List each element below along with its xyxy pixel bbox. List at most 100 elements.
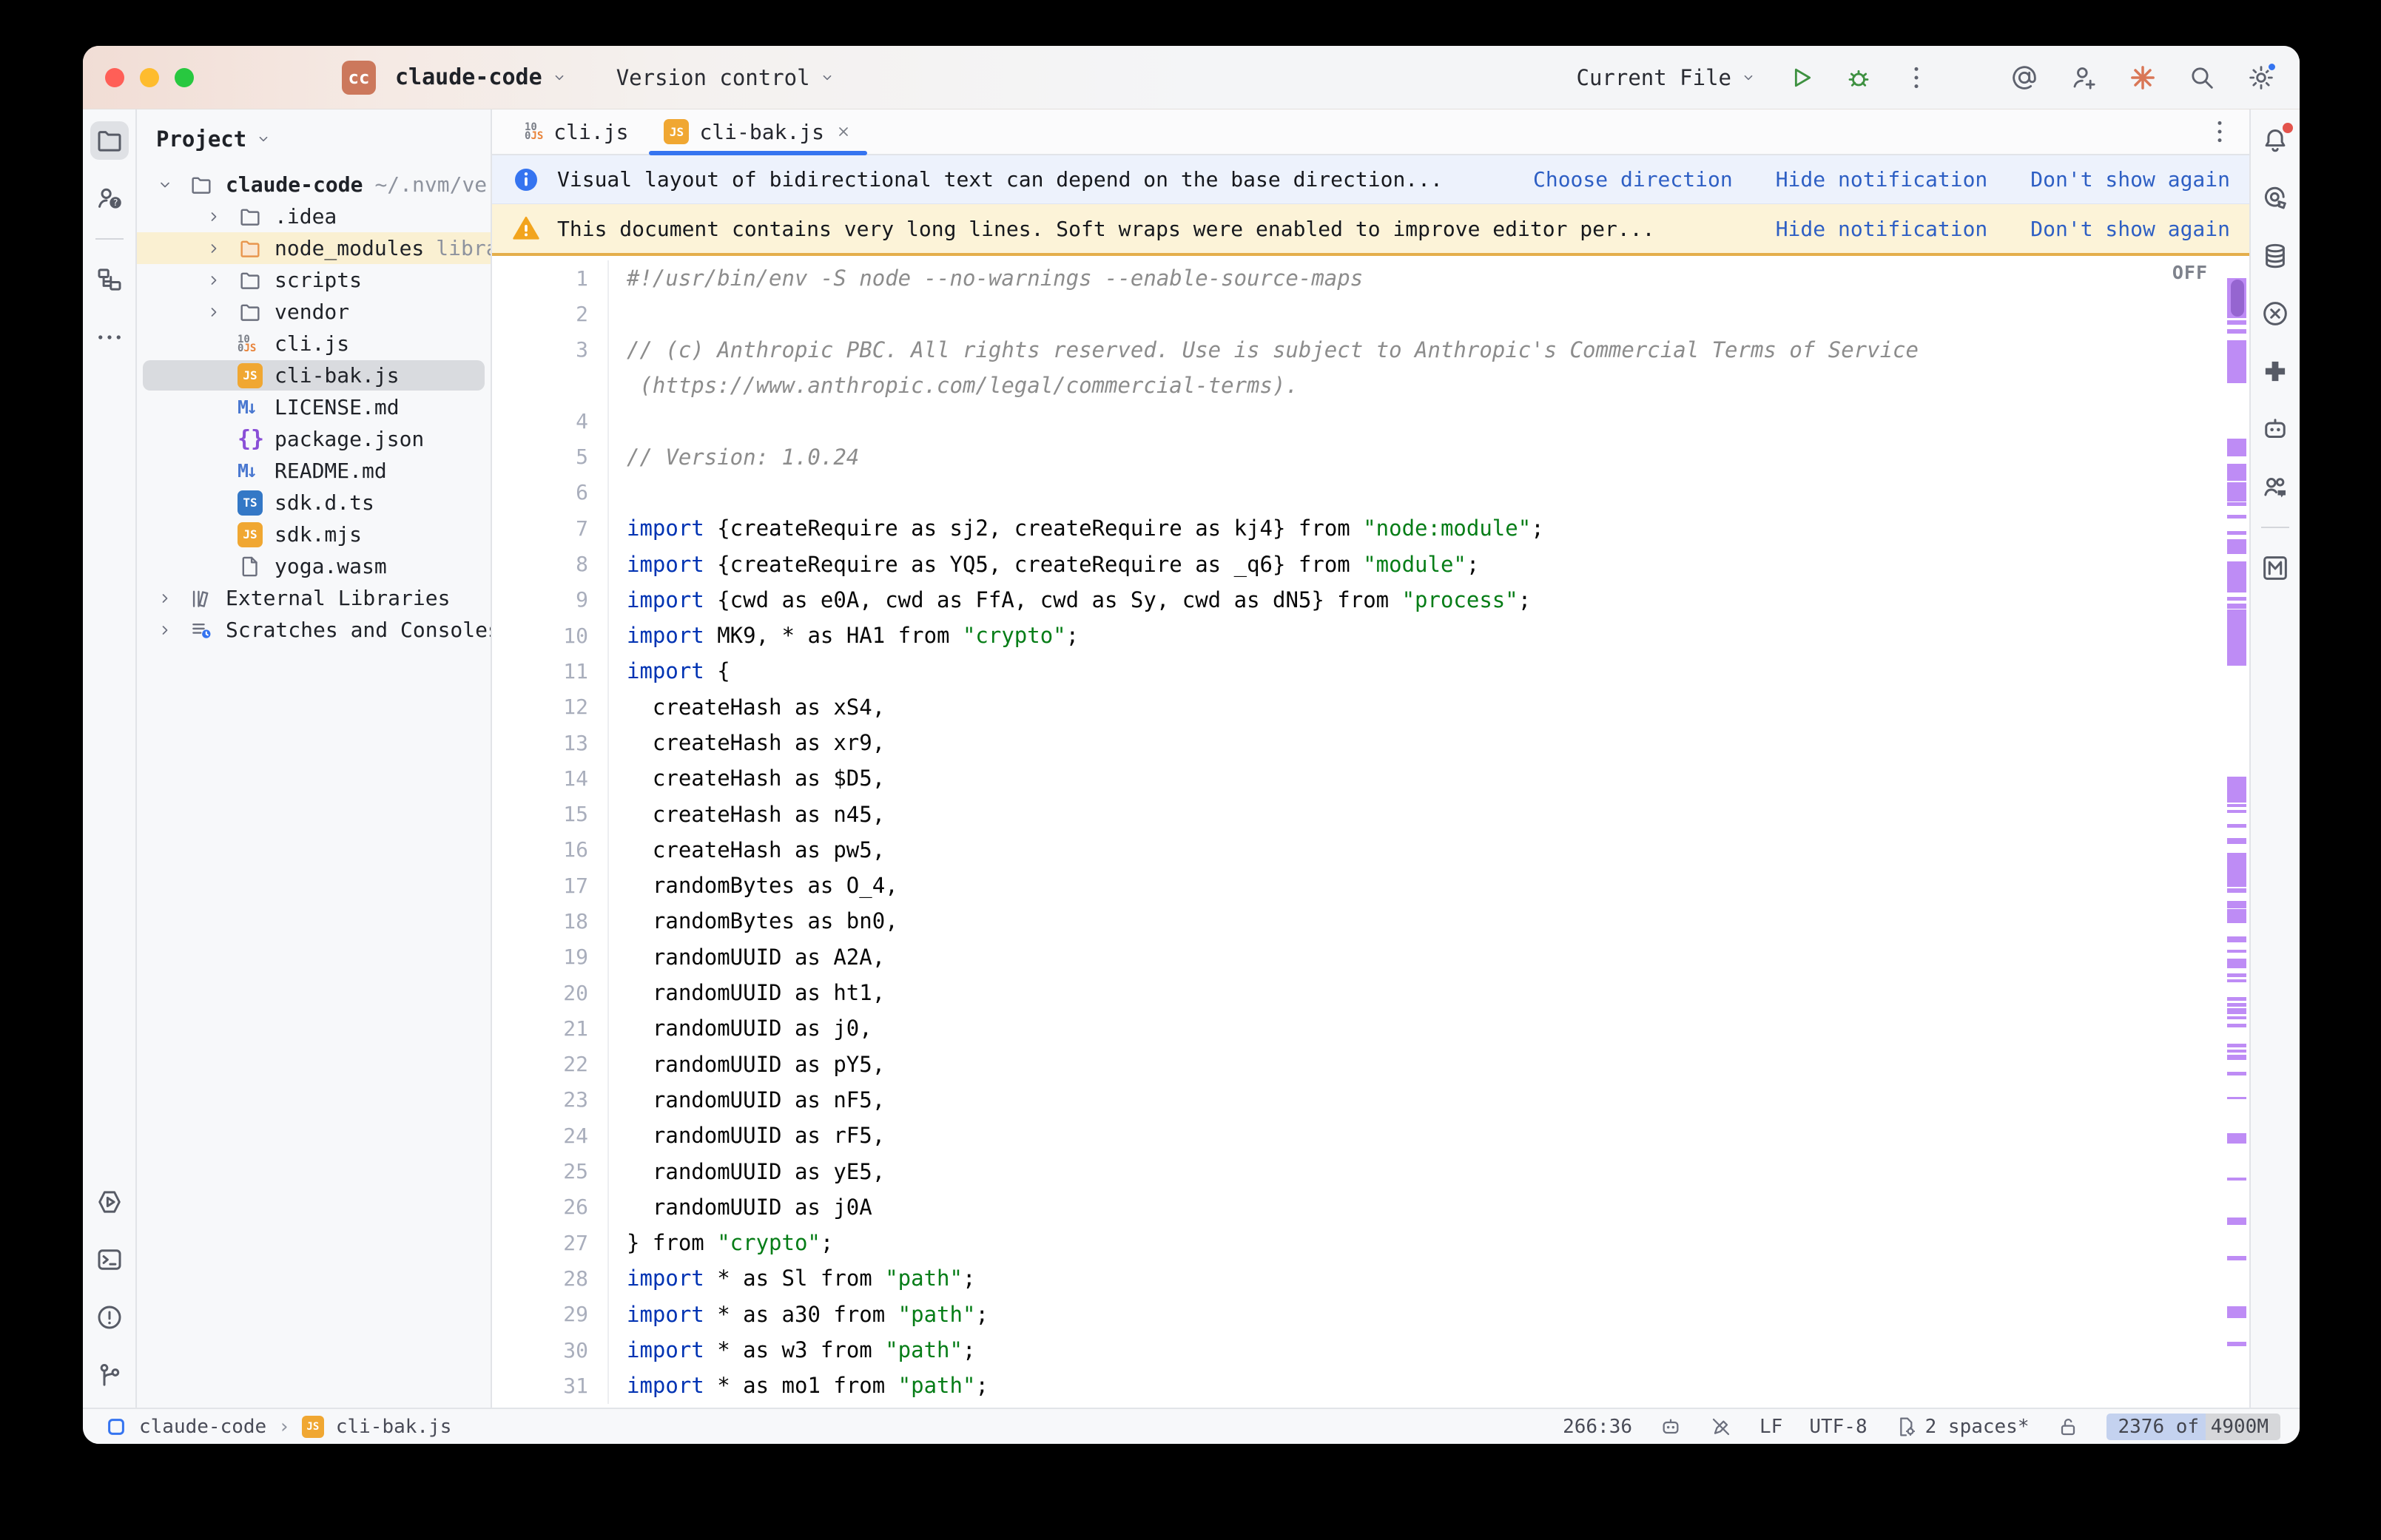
claude-button[interactable]	[2126, 61, 2159, 94]
left-tool-strip: ?	[83, 109, 137, 1408]
code-line: 3// (c) Anthropic PBC. All rights reserv…	[492, 332, 2215, 368]
file-encoding-widget[interactable]: UTF-8	[1809, 1416, 1867, 1438]
indent-style-widget[interactable]: 2 spaces*	[1894, 1415, 2030, 1439]
info-banner: Visual layout of bidirectional text can …	[492, 155, 2249, 204]
editor-content[interactable]: 1#!/usr/bin/env -S node --no-warnings --…	[492, 260, 2215, 1408]
banner-link-hide-notification[interactable]: Hide notification	[1776, 217, 1988, 241]
x-tool-button[interactable]	[2256, 294, 2294, 333]
structure-tool-button[interactable]	[90, 260, 129, 299]
line-number: 19	[492, 945, 588, 969]
m-tool-button[interactable]	[2256, 549, 2294, 587]
notifications-button[interactable]	[2256, 121, 2294, 160]
tree-item-scratches-and-consoles[interactable]: Scratches and Consoles	[137, 614, 491, 646]
more-actions-button[interactable]	[1900, 61, 1933, 94]
tab-label: cli-bak.js	[699, 120, 824, 144]
tree-item-license-md[interactable]: M↓LICENSE.md	[137, 391, 491, 423]
editor[interactable]: 1#!/usr/bin/env -S node --no-warnings --…	[492, 256, 2249, 1408]
memory-indicator-widget[interactable]: 2376 of 4900M	[2106, 1414, 2281, 1440]
database-tool-button[interactable]	[2256, 237, 2294, 275]
project-widget[interactable]: claude-code	[395, 64, 542, 90]
close-tab-icon[interactable]	[835, 123, 852, 141]
file-lock-widget[interactable]	[2056, 1415, 2080, 1439]
chevron-right-icon[interactable]	[205, 301, 238, 323]
line-separator-widget[interactable]: LF	[1759, 1416, 1782, 1438]
tab-cli-js[interactable]: 100JScli.js	[507, 109, 646, 154]
close-window-button[interactable]	[105, 68, 124, 87]
tree-item-vendor[interactable]: vendor	[137, 296, 491, 328]
vcs-help-tool-button[interactable]: ?	[90, 179, 129, 217]
tree-item-node-modules[interactable]: node_moduleslibrary	[137, 232, 491, 264]
banner-link-choose-direction[interactable]: Choose direction	[1533, 167, 1733, 192]
run-button[interactable]	[1785, 61, 1817, 94]
zoom-window-button[interactable]	[175, 68, 194, 87]
ai-chat-tool-button[interactable]	[2256, 179, 2294, 217]
code-line-text: #!/usr/bin/env -S node --no-warnings --e…	[607, 260, 2215, 296]
chevron-right-icon[interactable]	[156, 619, 189, 641]
project-tree: claude-code~/.nvm/vers.ideanode_modulesl…	[137, 169, 491, 646]
tree-item-sdk-d-ts[interactable]: TSsdk.d.ts	[137, 487, 491, 519]
inspections-widget[interactable]: OFF	[2172, 262, 2208, 283]
breadcrumb-file[interactable]: cli-bak.js	[336, 1416, 452, 1438]
scrollbar-thumb[interactable]	[2231, 280, 2244, 317]
analysis-stripe-mark	[2227, 515, 2246, 519]
tree-item-claude-code[interactable]: claude-code~/.nvm/vers	[137, 169, 491, 200]
tree-item-external-libraries[interactable]: External Libraries	[137, 582, 491, 614]
breadcrumb-project[interactable]: claude-code	[139, 1416, 266, 1438]
ai-assistant-button[interactable]	[2008, 61, 2041, 94]
chevron-right-icon[interactable]	[205, 206, 238, 228]
vcs-widget[interactable]: Version control	[616, 65, 810, 90]
settings-button[interactable]	[2245, 61, 2277, 94]
debug-button[interactable]	[1842, 61, 1875, 94]
problems-tool-button[interactable]	[90, 1298, 129, 1337]
tree-indent	[205, 333, 238, 355]
project-panel-header[interactable]: Project	[137, 120, 491, 158]
services-tool-button[interactable]	[90, 1183, 129, 1221]
tree-item--idea[interactable]: .idea	[137, 200, 491, 232]
code-line-text: randomUUID as j0,	[607, 1010, 2215, 1046]
code-with-me-button[interactable]	[2067, 61, 2100, 94]
tree-item-label: sdk.mjs	[275, 522, 362, 547]
banner-link-don-t-show-again[interactable]: Don't show again	[2030, 167, 2230, 192]
tree-item-yoga-wasm[interactable]: yoga.wasm	[137, 550, 491, 582]
line-number: 3	[492, 337, 588, 362]
analysis-stripe-mark	[2227, 539, 2246, 554]
copilot-tool-button[interactable]	[2256, 410, 2294, 448]
highlighting-off-widget[interactable]	[1709, 1415, 1733, 1439]
tree-item-cli-js[interactable]: 100JScli.js	[137, 328, 491, 359]
chevron-down-icon[interactable]	[156, 174, 189, 196]
banner-link-don-t-show-again[interactable]: Don't show again	[2030, 217, 2230, 241]
chevron-right-icon[interactable]	[156, 587, 189, 609]
version-control-tool-button[interactable]	[90, 1356, 129, 1394]
tree-item-scripts[interactable]: scripts	[137, 264, 491, 296]
tree-item-icon	[238, 554, 272, 579]
tree-item-suffix: library	[436, 236, 491, 260]
run-configuration-widget[interactable]: Current File	[1576, 65, 1757, 90]
tree-item-icon	[189, 618, 223, 643]
code-with-me-chat-button[interactable]	[2256, 467, 2294, 506]
line-number: 16	[492, 837, 588, 862]
tree-item-label: package.json	[275, 427, 424, 451]
tab-options-button[interactable]	[2203, 115, 2236, 148]
tree-item-readme-md[interactable]: M↓README.md	[137, 455, 491, 487]
code-line-text: randomUUID as rF5,	[607, 1118, 2215, 1153]
plugins-tool-button[interactable]	[2256, 352, 2294, 391]
banner-actions: Choose direction Hide notification Don't s…	[1503, 167, 2230, 192]
code-line: 21 randomUUID as j0,	[492, 1010, 2215, 1046]
tree-item-package-json[interactable]: {}package.json	[137, 423, 491, 455]
chevron-right-icon[interactable]	[205, 237, 238, 260]
terminal-tool-button[interactable]	[90, 1240, 129, 1279]
tree-item-sdk-mjs[interactable]: JSsdk.mjs	[137, 519, 491, 550]
caret-position-widget[interactable]: 266:36	[1563, 1416, 1632, 1438]
code-line: 16 createHash as pw5,	[492, 832, 2215, 868]
more-tool-windows-button[interactable]	[90, 318, 129, 357]
tree-item-icon: {}	[238, 426, 272, 452]
tree-item-cli-bak-js[interactable]: JScli-bak.js	[137, 359, 491, 391]
chevron-right-icon[interactable]	[205, 269, 238, 291]
minimize-window-button[interactable]	[140, 68, 159, 87]
search-everywhere-button[interactable]	[2186, 61, 2218, 94]
tab-cli-bak-js[interactable]: JScli-bak.js	[646, 109, 870, 154]
project-tool-button[interactable]	[90, 121, 129, 160]
ai-robot-widget[interactable]	[1659, 1415, 1683, 1439]
editor-scrollbar[interactable]	[2227, 256, 2248, 1408]
banner-link-hide-notification[interactable]: Hide notification	[1776, 167, 1988, 192]
